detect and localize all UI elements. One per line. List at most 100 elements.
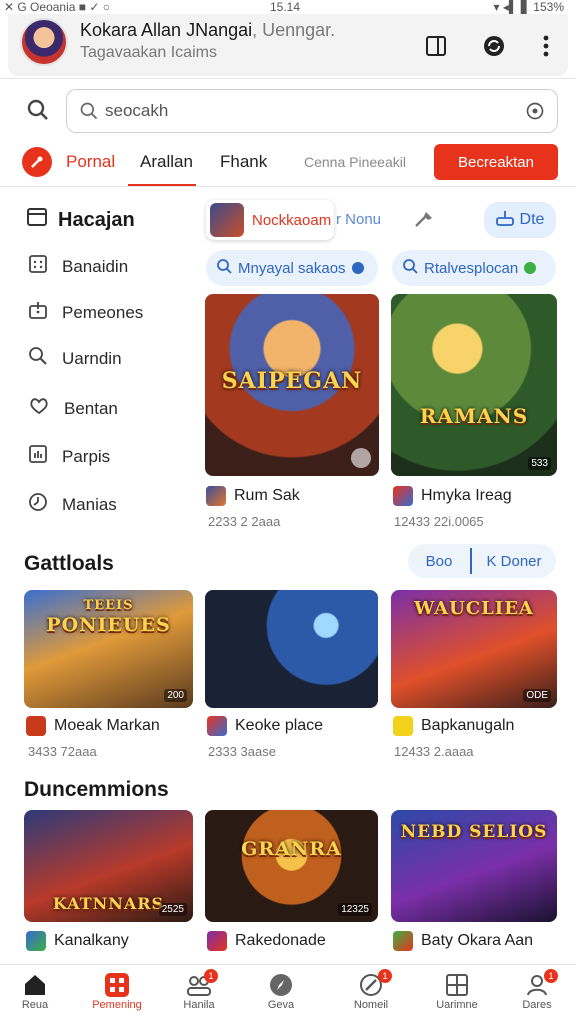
nav-item-geva[interactable]: Geva bbox=[240, 971, 322, 1011]
game-card-art[interactable]: KATNNARS 2525 bbox=[24, 810, 193, 922]
tab-pornal[interactable]: Pornal bbox=[66, 152, 115, 172]
compass-icon bbox=[240, 971, 322, 999]
page-subtitle: Tagavaakan Icaims bbox=[80, 44, 217, 61]
game-badge: 200 bbox=[164, 689, 187, 702]
sidebar-item-label: Parpis bbox=[62, 446, 111, 466]
sidebar-item-bentan[interactable]: Bentan bbox=[28, 396, 118, 421]
game-card-art[interactable]: GRANRA 12325 bbox=[205, 810, 378, 922]
sidebar-item-uarndin[interactable]: Uarndin bbox=[28, 346, 122, 371]
sidebar-item-parpis[interactable]: Parpis bbox=[28, 444, 110, 469]
game-card-art[interactable] bbox=[205, 590, 378, 708]
game-title-label: Hmyka Ireag bbox=[421, 487, 512, 504]
sidebar-item-label: Manias bbox=[62, 494, 117, 514]
dte-button[interactable]: Dte bbox=[484, 202, 556, 238]
game-icon bbox=[26, 716, 46, 736]
game-title[interactable]: Rakedonade bbox=[207, 931, 326, 951]
game-title[interactable]: Baty Okara Aan bbox=[393, 931, 533, 951]
game-art-subtitle: TEEIS bbox=[83, 598, 134, 613]
play-icon[interactable] bbox=[351, 448, 371, 468]
game-card-art[interactable]: NEBD SELIOS bbox=[391, 810, 557, 922]
apps-icon bbox=[416, 971, 498, 999]
status-bar: ✕ G Oeoania ■ ✓ ○ 15.14 ▾ ◂▌ ▋ 153% bbox=[0, 0, 576, 14]
game-meta: 12433 2.aaaa bbox=[394, 744, 474, 759]
game-title[interactable]: Kanalkany bbox=[26, 931, 129, 951]
search-bar[interactable] bbox=[66, 89, 558, 133]
tools-icon[interactable] bbox=[412, 208, 436, 235]
sidebar-item-manias[interactable]: Manias bbox=[28, 492, 117, 517]
game-title-label: Keoke place bbox=[235, 717, 324, 734]
filter-pill[interactable]: Rtalvesplocan bbox=[392, 250, 556, 286]
gift-icon bbox=[28, 300, 48, 325]
game-title[interactable]: Rum Sak bbox=[206, 486, 300, 506]
game-badge: 12325 bbox=[338, 903, 372, 916]
game-card-art[interactable]: RAMANS 533 bbox=[391, 294, 557, 476]
chart-icon bbox=[28, 444, 48, 469]
grid-icon bbox=[76, 971, 158, 999]
filter-pill[interactable]: Mnyayal sakaos bbox=[206, 250, 378, 286]
filter-pill-label: Mnyayal sakaos bbox=[238, 259, 346, 277]
tab-arallan[interactable]: Arallan bbox=[140, 152, 193, 172]
nav-item-reua[interactable]: Reua bbox=[0, 971, 76, 1011]
sidebar-item-pemeones[interactable]: Pemeones bbox=[28, 300, 143, 325]
search-input[interactable] bbox=[105, 98, 505, 124]
featured-chip[interactable]: Nockkaoam bbox=[206, 200, 334, 240]
nav-item-nomeil[interactable]: 1 Nomeil bbox=[330, 969, 412, 1011]
game-meta: 2233 2 2aaa bbox=[208, 514, 281, 529]
brand-icon[interactable] bbox=[22, 147, 52, 177]
game-icon bbox=[207, 716, 227, 736]
clock-icon bbox=[28, 492, 48, 517]
seg-option[interactable]: Boo bbox=[408, 553, 470, 570]
avatar[interactable] bbox=[20, 18, 68, 66]
nav-item-uarimne[interactable]: Uarimne bbox=[416, 971, 498, 1011]
sidebar: Hacajan Banaidin Pemeones Uarndin Bentan… bbox=[0, 196, 200, 526]
game-title[interactable]: Moeak Markan bbox=[26, 716, 160, 736]
tab-cenna[interactable]: Cenna Pineeakil bbox=[304, 154, 406, 170]
game-card-art[interactable]: TEEIS PONIEUES 200 bbox=[24, 590, 193, 708]
nav-label: Pemening bbox=[92, 999, 142, 1011]
notification-badge: 1 bbox=[544, 969, 558, 983]
more-vert-icon[interactable] bbox=[532, 32, 560, 60]
game-title-label: Bapkanugaln bbox=[421, 717, 515, 734]
nav-label: Dares bbox=[522, 999, 552, 1011]
dte-label: Dte bbox=[519, 211, 545, 228]
game-art-title: GRANRA bbox=[241, 838, 342, 860]
bottom-nav: Reua Pemening 1 Hanila Geva 1 Nomeil Uar… bbox=[0, 964, 576, 1024]
sidebar-heading-label: Hacajan bbox=[58, 208, 135, 231]
heart-hand-icon bbox=[28, 396, 50, 421]
sidebar-item-banaidin[interactable]: Banaidin bbox=[28, 254, 128, 279]
nav-item-dares[interactable]: 1 Dares bbox=[496, 969, 576, 1011]
tablet-icon[interactable] bbox=[422, 32, 450, 60]
status-dot bbox=[524, 262, 537, 274]
section-title: Duncemmions bbox=[24, 778, 169, 801]
game-badge: 533 bbox=[528, 457, 551, 470]
status-dot bbox=[351, 262, 364, 274]
seg-option[interactable]: K Doner bbox=[472, 553, 556, 570]
dte-icon bbox=[495, 210, 514, 231]
search-icon bbox=[79, 101, 99, 126]
page-title-suffix: , Uenngar. bbox=[252, 20, 336, 40]
nav-label: Geva bbox=[267, 999, 295, 1011]
tag-icon: 1 bbox=[330, 969, 412, 999]
refresh-icon[interactable] bbox=[480, 32, 508, 60]
game-card-art[interactable]: WAUCLIEA ODE bbox=[391, 590, 557, 708]
game-icon bbox=[393, 716, 413, 736]
divider bbox=[0, 186, 576, 187]
nav-item-pemening[interactable]: Pemening bbox=[76, 971, 158, 1011]
game-badge: ODE bbox=[523, 689, 551, 702]
people-icon: 1 bbox=[158, 969, 240, 999]
tab-fhank[interactable]: Fhank bbox=[220, 152, 267, 172]
profile-icon: 1 bbox=[496, 969, 576, 999]
sidebar-item-label: Bentan bbox=[64, 398, 118, 418]
game-title[interactable]: Hmyka Ireag bbox=[393, 486, 512, 506]
game-title[interactable]: Keoke place bbox=[207, 716, 323, 736]
segmented-control[interactable]: Boo K Doner bbox=[408, 544, 556, 578]
featured-chip-label: Nockkaoam bbox=[252, 211, 332, 229]
game-card-art[interactable]: SAIPEGAN bbox=[205, 294, 379, 476]
becreaktan-button[interactable]: Becreaktan bbox=[434, 144, 558, 180]
app-header: Kokara Allan JNangai, Uenngar. Tagavaaka… bbox=[8, 14, 568, 76]
search-icon[interactable] bbox=[26, 98, 50, 127]
nav-item-hanila[interactable]: 1 Hanila bbox=[158, 969, 240, 1011]
target-icon[interactable] bbox=[525, 101, 545, 126]
game-title[interactable]: Bapkanugaln bbox=[393, 716, 514, 736]
more-link[interactable]: r Nonu bbox=[336, 211, 381, 228]
